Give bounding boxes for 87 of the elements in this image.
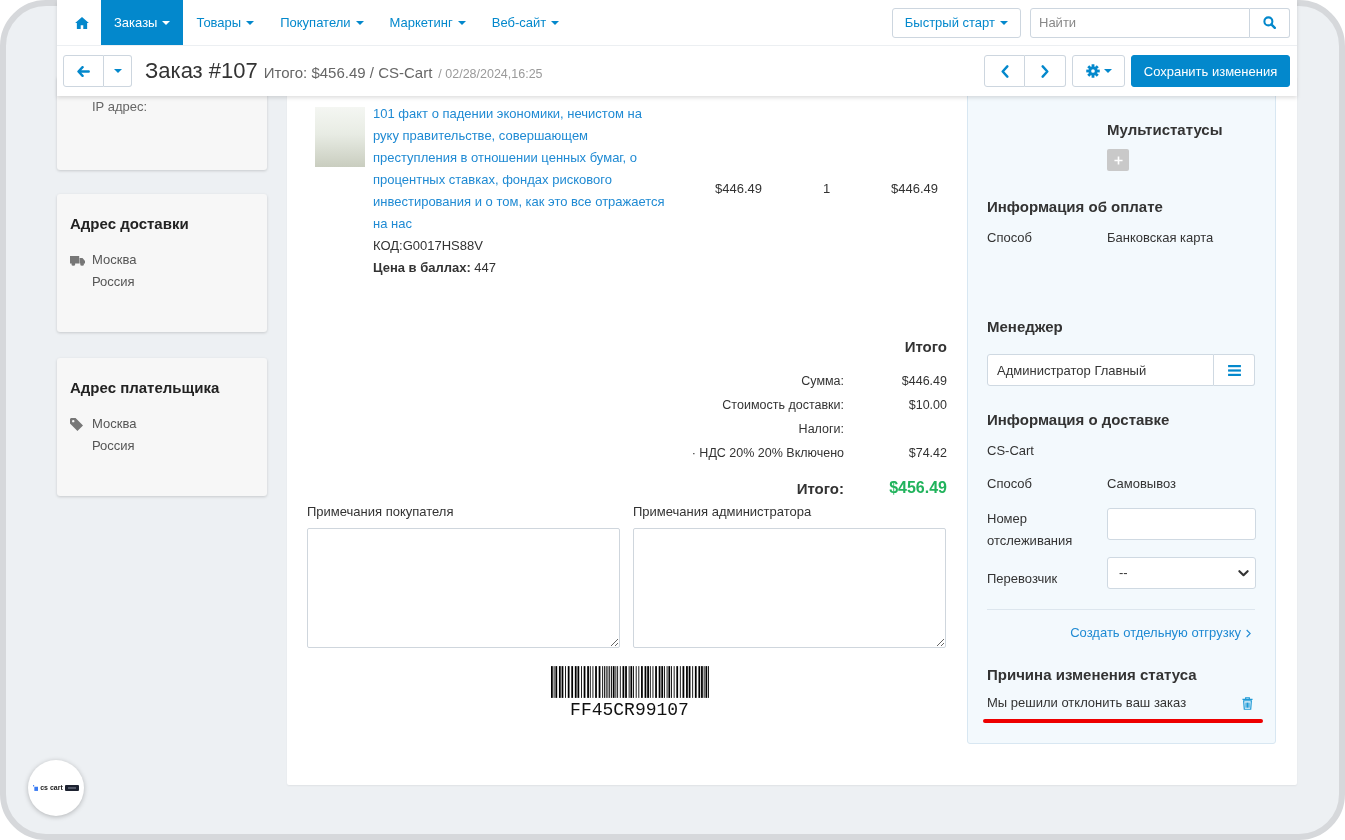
truck-icon [70,254,85,266]
totals-label: Налоги: [797,422,844,436]
info-label: IP адрес: [92,98,148,116]
section-title: Причина изменения статуса [987,666,1198,684]
shipping-company: CS-Cart [987,442,1035,460]
totals-title: Итого [903,337,947,357]
section-title: Менеджер [987,318,1064,336]
menu-button[interactable] [1214,354,1255,386]
field-value: Банковская карта [1107,229,1214,247]
product-link[interactable]: 101 факт о падении экономики, нечистом на руку правительстве, совершающем преступления в отношении ценных бумаг, о процентных ставках, фондах рискового инвестирования и о том, как это все отражается на нас [373,103,665,235]
caret-icon [355,20,364,25]
totals-value: $10.00 [907,398,947,412]
quantity-cell-text: 1 [822,180,832,196]
totals-value: $74.42 [907,446,947,460]
manager-field[interactable]: Администратор Главный [987,354,1214,386]
field-value: Самовывоз [1107,475,1176,493]
totals-label: Стоимость доставки: [721,398,844,412]
plus-icon [1113,155,1123,165]
section-title: Информация об оплате [987,198,1164,216]
create-shipment-link[interactable]: Создать отдельную отгрузку [1070,624,1251,642]
notes-field[interactable] [307,528,620,648]
caret-icon [1103,69,1112,73]
logo-mark-icon [33,785,39,791]
field-label: Способ [987,229,1033,247]
tag-icon [70,417,83,431]
chevron-down-icon [1238,569,1249,577]
search-field[interactable]: Найти [1030,7,1250,38]
home-icon [75,16,89,29]
caret-icon [551,20,560,25]
status-reason-text: Мы решили отклонить ваш заказ [987,694,1187,712]
save-button[interactable]: Сохранить изменения [1131,55,1290,87]
nav-tab[interactable]: Товары [183,0,268,45]
next-button[interactable] [1025,55,1066,87]
nav-tab[interactable]: Покупатели [267,0,377,45]
barcode-number: FF45CR99107 [570,700,689,720]
caret-icon [246,20,255,25]
chevron-right-icon [1246,628,1251,638]
grand-total-value: $456.49 [888,479,947,497]
address-line: Россия [92,273,135,291]
card-title: Адрес плательщика [70,378,221,398]
section-title: Мультистатусы [1107,121,1224,139]
section-title: Информация о доставке [987,411,1171,429]
search-icon [1263,16,1276,29]
field-label: Способ [987,475,1033,493]
photo-placeholder [315,107,365,167]
back-button[interactable] [63,55,104,87]
chevron-left-icon [1000,64,1009,78]
caret-icon [1000,20,1008,25]
notes-label: Примечания администратора [633,503,813,521]
field-label: Перевозчик [987,570,1059,588]
card-title: Адрес доставки [70,214,190,234]
gear-icon [1085,64,1100,78]
address-line: Москва [92,415,137,433]
label-tag-icon [64,785,79,791]
previous-button[interactable] [984,55,1025,87]
dropdown-button[interactable] [104,55,132,87]
order-summary: Итого: $456.49 / CS-Cart [263,64,433,81]
caret-icon [457,20,466,25]
carrier-select[interactable]: -- [1107,557,1256,589]
notes-field[interactable] [633,528,946,648]
quick-start-button[interactable]: Быстрый старт [891,7,1021,38]
field-label: Номер отслеживания [987,510,1074,550]
order-date: / 02/28/2024,16:25 [438,67,543,81]
product-code: КОД:G0017HS88V [373,237,484,255]
caret-icon [113,69,122,73]
nav-tab[interactable]: Заказы [101,0,184,45]
trash-icon[interactable] [1242,696,1253,710]
chevron-right-icon [1041,64,1049,78]
order-title: Заказ #107 [145,58,258,84]
grand-total-label: Итого: [795,479,844,497]
product-points: Цена в баллах: 447 [373,259,498,277]
search-button[interactable] [1250,7,1290,38]
nav-tab[interactable]: Веб-сайт [478,0,573,45]
nav-tab[interactable]: Маркетинг [376,0,479,45]
totals-label: · НДС 20% 20% Включено [690,446,844,460]
subtotal-cell-text: $446.49 [890,180,939,196]
notes-label: Примечания покупателя [307,503,455,521]
menu-icon [1227,364,1241,376]
address-line: Россия [92,437,135,455]
price-cell-text: $446.49 [714,180,763,196]
totals-value: $446.49 [900,374,947,388]
arrow-left-icon [77,65,90,77]
settings-button[interactable] [1072,55,1125,87]
address-line: Москва [92,251,137,269]
tracking-field[interactable] [1107,508,1256,540]
totals-label: Сумма: [800,374,844,388]
caret-icon [162,20,171,25]
